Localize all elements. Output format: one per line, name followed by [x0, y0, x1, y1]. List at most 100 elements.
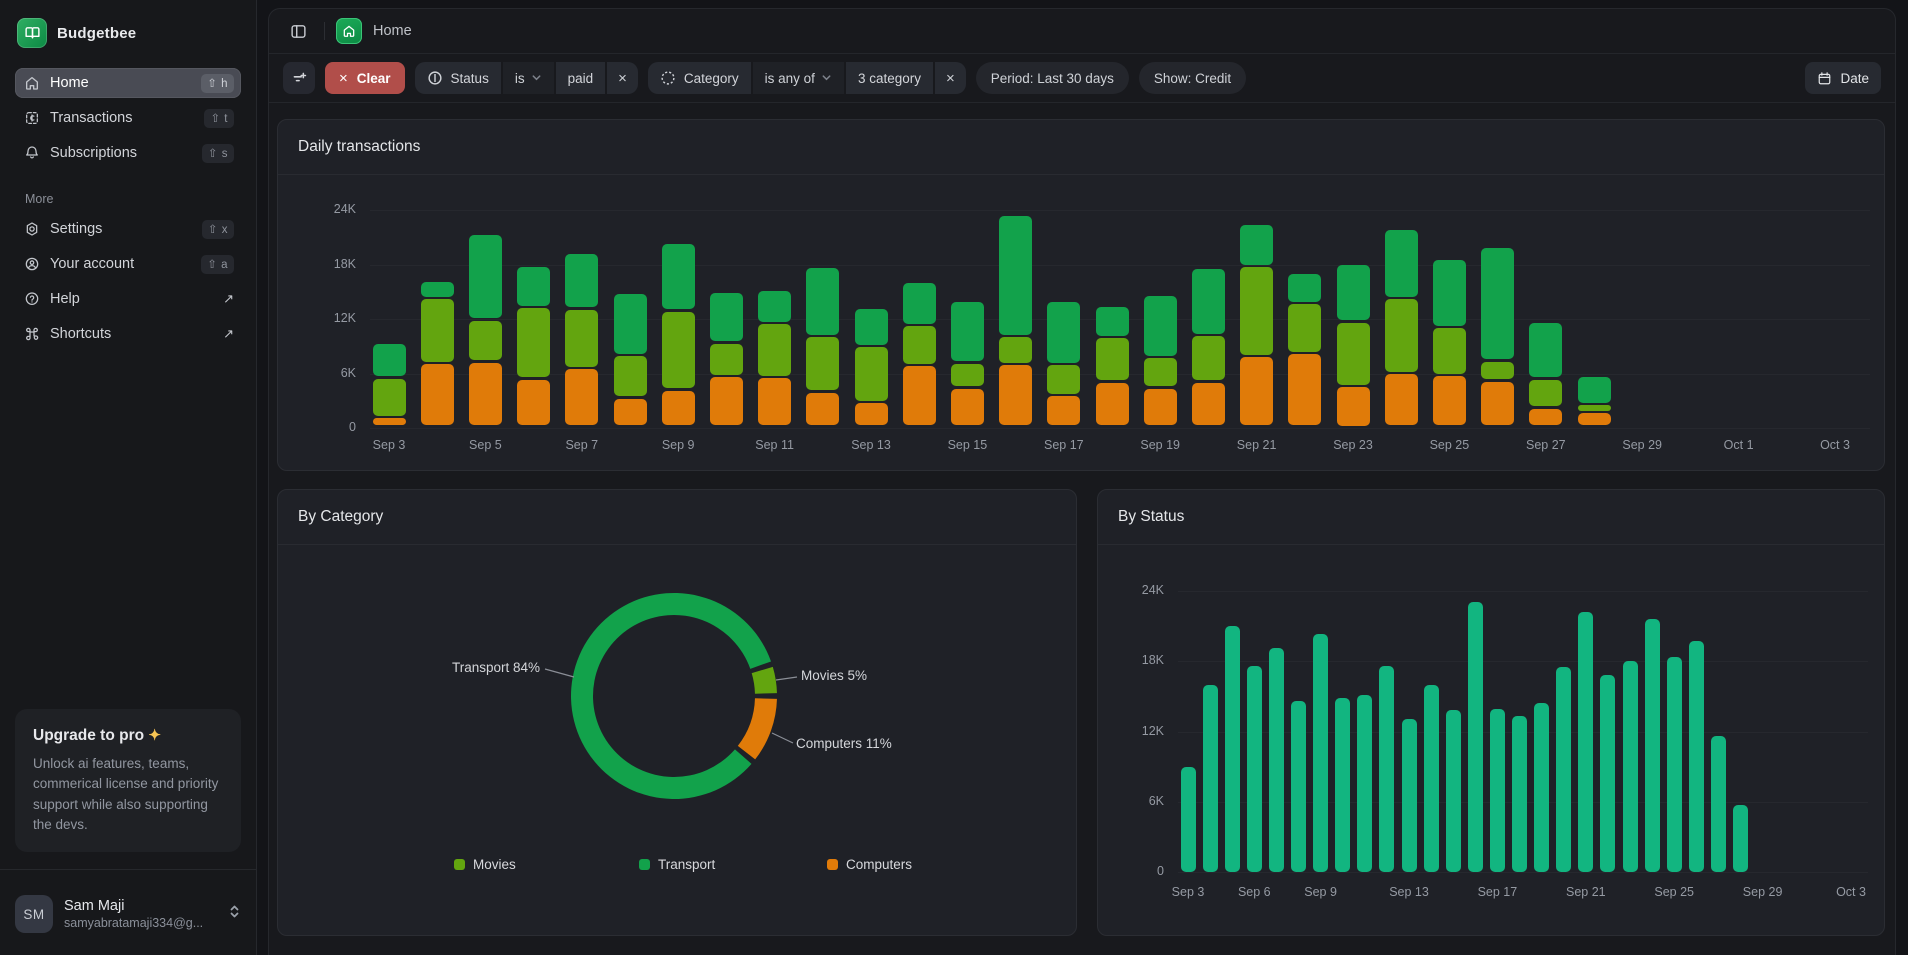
legend-label: Movies: [473, 857, 516, 872]
category-filter-pill: Category is any of 3 category ×: [648, 62, 966, 94]
bar-segment-transport: [1529, 323, 1562, 378]
bar-segment-computers: [373, 418, 406, 425]
y-axis-tick: 12K: [298, 311, 356, 325]
category-filter-remove-button[interactable]: ×: [935, 62, 966, 94]
annotation-leader-line: [772, 733, 793, 743]
bar-segment-transport: [1096, 307, 1129, 335]
chevron-down-icon: [821, 71, 832, 86]
status-bar: [1689, 641, 1704, 872]
status-bar: [1645, 619, 1660, 872]
sidebar-item-shortcuts[interactable]: Shortcuts ↗: [15, 319, 241, 349]
settings-icon: [23, 220, 41, 238]
show-filter-pill[interactable]: Show: Credit: [1139, 62, 1246, 94]
category-filter-value[interactable]: 3 category: [846, 62, 933, 94]
date-button[interactable]: Date: [1805, 62, 1881, 94]
x-axis-tick: Sep 9: [638, 438, 718, 452]
sidebar-toggle-button[interactable]: [283, 16, 313, 46]
status-bar: [1578, 612, 1593, 872]
daily-transactions-chart: 06K12K18K24KSep 3Sep 5Sep 7Sep 9Sep 11Se…: [278, 175, 1884, 471]
bar-segment-movies: [1385, 299, 1418, 372]
bar-segment-transport: [710, 293, 743, 341]
x-axis-tick: Sep 13: [831, 438, 911, 452]
y-axis-tick: 6K: [298, 366, 356, 380]
close-icon: ×: [339, 70, 348, 87]
x-axis-tick: Sep 17: [1457, 885, 1537, 899]
x-axis-tick: Sep 25: [1409, 438, 1489, 452]
status-bar: [1490, 709, 1505, 872]
status-filter-value[interactable]: paid: [556, 62, 606, 94]
legend-swatch: [639, 859, 650, 870]
status-bar: [1225, 626, 1240, 872]
sidebar-item-settings[interactable]: Settings⇧ x: [15, 214, 241, 244]
sidebar-item-label: Settings: [50, 221, 193, 237]
bar-segment-transport: [421, 282, 454, 297]
bar-segment-movies: [1096, 338, 1129, 380]
filter-lines-button[interactable]: [283, 62, 315, 94]
sidebar-item-label: Your account: [50, 256, 192, 272]
sidebar-item-transactions[interactable]: Transactions⇧ t: [15, 103, 241, 133]
clear-filters-button[interactable]: × Clear: [325, 62, 405, 94]
bar-segment-computers: [999, 365, 1032, 425]
bar-segment-computers: [1433, 376, 1466, 425]
by-category-chart: Movies 5%Transport 84%Computers 11%Movie…: [278, 545, 1076, 936]
x-axis-tick: Sep 5: [445, 438, 525, 452]
donut-annotation-movies: Movies 5%: [801, 668, 867, 683]
status-bar: [1313, 634, 1328, 872]
breadcrumb: Home: [373, 23, 412, 39]
bar-segment-transport: [1047, 302, 1080, 363]
status-bar: [1623, 661, 1638, 872]
status-bar: [1247, 666, 1262, 872]
by-category-card: By Category Movies 5%Transport 84%Comput…: [277, 489, 1077, 936]
y-axis-tick: 6K: [1106, 794, 1164, 808]
sidebar-item-label: Shortcuts: [50, 326, 216, 342]
bar-segment-movies: [1288, 304, 1321, 351]
status-filter-field[interactable]: Status: [415, 62, 501, 94]
donut-svg: [278, 545, 1078, 936]
gridline: [370, 210, 1870, 211]
status-bar: [1269, 648, 1284, 872]
sidebar-item-label: Transactions: [50, 110, 195, 126]
bar-segment-transport: [806, 268, 839, 335]
bar-segment-transport: [1433, 260, 1466, 326]
status-filter-remove-button[interactable]: ×: [607, 62, 638, 94]
status-filter-pill: Status is paid ×: [415, 62, 638, 94]
bar-segment-computers: [951, 389, 984, 426]
sidebar-item-your-account[interactable]: Your account⇧ a: [15, 249, 241, 279]
bar-segment-transport: [517, 267, 550, 305]
user-menu[interactable]: SM Sam Maji samyabratamaji334@g...: [15, 895, 241, 933]
bar-segment-computers: [1240, 357, 1273, 425]
external-link-icon: ↗: [223, 326, 234, 342]
sidebar-section-label: More: [25, 192, 241, 206]
x-axis-tick: Oct 3: [1795, 438, 1875, 452]
bar-segment-movies: [806, 337, 839, 390]
category-operator-select[interactable]: is any of: [753, 62, 844, 94]
category-card-title: By Category: [298, 508, 383, 526]
bar-segment-transport: [855, 309, 888, 345]
bar-segment-transport: [1288, 274, 1321, 301]
chevron-updown-icon[interactable]: [228, 904, 241, 924]
category-filter-field[interactable]: Category: [648, 62, 751, 94]
status-bar: [1534, 703, 1549, 872]
bar-segment-movies: [758, 324, 791, 375]
donut-slice-transport: [571, 593, 771, 799]
status-bar: [1181, 767, 1196, 872]
status-bar: [1402, 719, 1417, 872]
status-bar: [1357, 695, 1372, 872]
sidebar-item-help[interactable]: Help↗: [15, 284, 241, 314]
donut-annotation-computers: Computers 11%: [796, 736, 892, 751]
bar-segment-movies: [662, 312, 695, 389]
annotation-leader-line: [545, 669, 574, 677]
bar-segment-movies: [1337, 323, 1370, 385]
status-operator-select[interactable]: is: [503, 62, 554, 94]
app-logo-icon: [17, 18, 47, 48]
bar-segment-transport: [469, 235, 502, 318]
bar-segment-computers: [421, 364, 454, 425]
status-bar: [1667, 657, 1682, 872]
legend-label: Transport: [658, 857, 715, 872]
bar-segment-computers: [662, 391, 695, 426]
sidebar-item-home[interactable]: Home⇧ h: [15, 68, 241, 98]
legend-swatch: [827, 859, 838, 870]
bar-segment-transport: [1144, 296, 1177, 355]
period-filter-pill[interactable]: Period: Last 30 days: [976, 62, 1129, 94]
sidebar-item-subscriptions[interactable]: Subscriptions⇧ s: [15, 138, 241, 168]
